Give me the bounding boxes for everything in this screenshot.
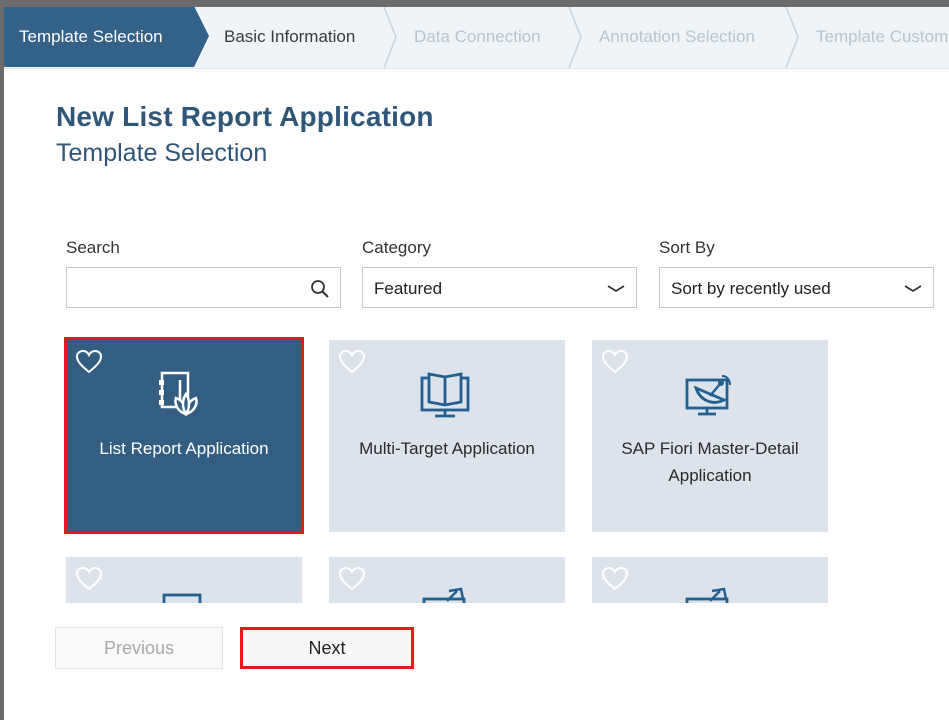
page-subtitle: Template Selection (56, 139, 268, 167)
satellite-icon (422, 587, 466, 603)
favorite-heart-icon[interactable] (601, 349, 629, 375)
previous-button[interactable]: Previous (55, 627, 223, 669)
template-tile-master-detail[interactable]: SAP Fiori Master-Detail Application (592, 340, 828, 532)
selection-highlight (64, 337, 304, 534)
step-separator-icon (383, 7, 397, 68)
template-label: Multi-Target Application (359, 439, 535, 458)
step-data-connection[interactable]: Data Connection (414, 7, 541, 67)
sort-label: Sort By (659, 238, 715, 257)
book-monitor-icon (420, 372, 470, 418)
template-tile-multi-target[interactable]: Multi-Target Application (329, 340, 565, 532)
step-annotation-selection[interactable]: Annotation Selection (599, 7, 755, 67)
template-label: SAP Fiori Master-Detail Application (621, 439, 799, 485)
sort-select[interactable]: Sort by recently used (659, 267, 934, 308)
wizard-steps: Template Selection Basic Information Dat… (4, 7, 949, 69)
monitor-icon (162, 593, 202, 603)
next-button[interactable]: Next (240, 627, 414, 669)
chevron-down-icon (607, 285, 625, 293)
page-title: New List Report Application (56, 101, 434, 132)
search-input[interactable] (66, 267, 341, 308)
step-separator-icon (568, 7, 582, 68)
satellite-monitor-icon (685, 375, 731, 416)
template-tile[interactable] (592, 557, 828, 603)
search-icon[interactable] (310, 279, 330, 299)
new-project-dialog: Template Selection Basic Information Dat… (4, 7, 949, 720)
favorite-heart-icon[interactable] (75, 566, 103, 592)
step-template-customization[interactable]: Template Customization (816, 7, 949, 67)
favorite-heart-icon[interactable] (338, 349, 366, 375)
template-tile[interactable] (66, 557, 302, 603)
favorite-heart-icon[interactable] (601, 566, 629, 592)
search-label: Search (66, 238, 120, 257)
category-label: Category (362, 238, 431, 257)
template-tile[interactable] (329, 557, 565, 603)
step-separator-icon (785, 7, 799, 68)
step-template-selection[interactable]: Template Selection (19, 7, 163, 67)
chevron-down-icon (904, 285, 922, 293)
favorite-heart-icon[interactable] (338, 566, 366, 592)
template-grid-scroll-area (62, 557, 862, 603)
step-basic-information[interactable]: Basic Information (224, 7, 355, 67)
satellite-icon (685, 587, 729, 603)
category-select[interactable]: Featured (362, 267, 637, 308)
